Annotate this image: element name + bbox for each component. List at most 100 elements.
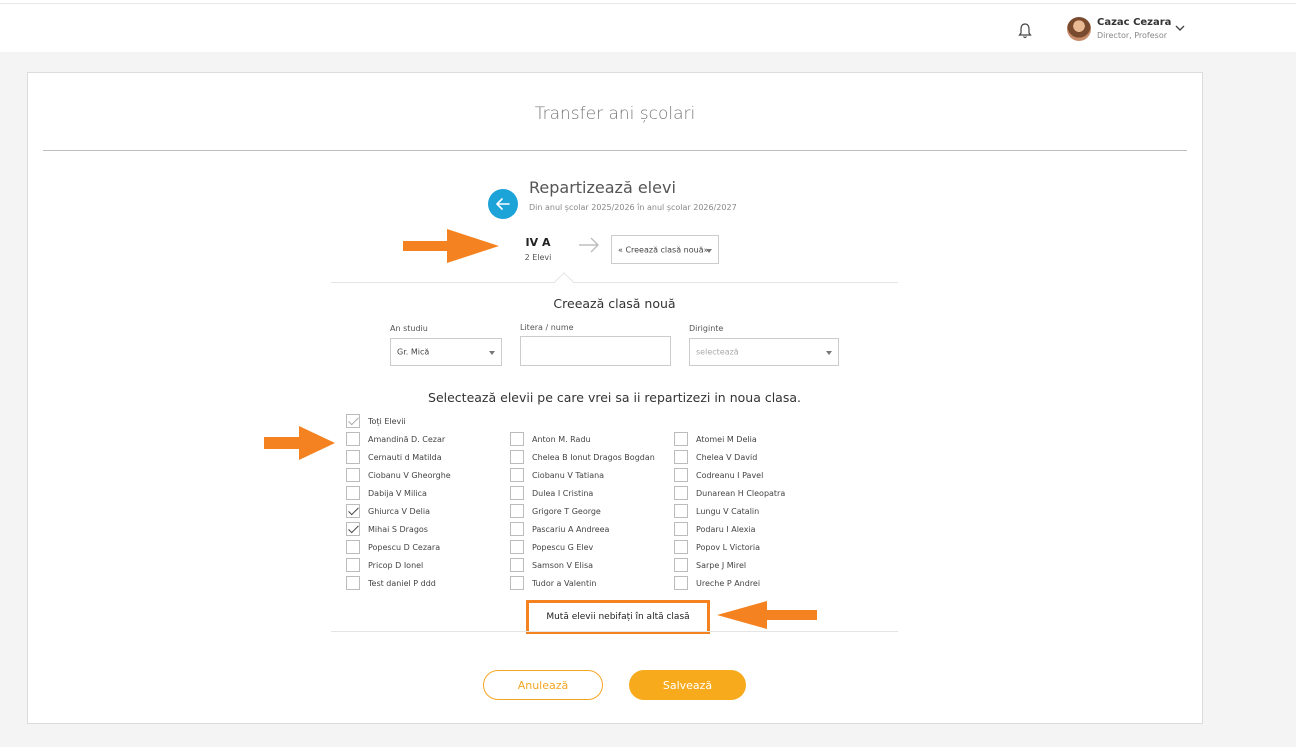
student-checkbox[interactable] xyxy=(674,522,688,536)
student-name: Amandină D. Cezar xyxy=(368,434,446,444)
student-checkbox[interactable] xyxy=(674,576,688,590)
student-checkbox[interactable] xyxy=(346,576,360,590)
student-checkbox-row[interactable]: Pricop D Ionel xyxy=(346,558,423,572)
student-checkbox-row[interactable]: Popescu D Cezara xyxy=(346,540,440,554)
student-checkbox[interactable] xyxy=(346,558,360,572)
student-checkbox-row[interactable]: Popescu G Elev xyxy=(510,540,593,554)
bell-icon[interactable] xyxy=(1017,22,1033,40)
student-checkbox[interactable] xyxy=(674,558,688,572)
source-class-count: 2 Elevi xyxy=(524,253,552,262)
student-checkbox-row[interactable]: Lungu V Catalin xyxy=(674,504,759,518)
an-studiu-label: An studiu xyxy=(390,324,428,333)
student-checkbox-row[interactable]: Dunarean H Cleopatra xyxy=(674,486,785,500)
student-checkbox[interactable] xyxy=(674,432,688,446)
student-checkbox-row[interactable]: Podaru I Alexia xyxy=(674,522,756,536)
select-all-checkbox[interactable]: Toți Elevii xyxy=(346,414,406,428)
student-name: Chelea V David xyxy=(696,452,758,462)
save-button[interactable]: Salvează xyxy=(629,670,746,700)
student-checkbox-row[interactable]: Ghiurca V Delia xyxy=(346,504,430,518)
student-name: Grigore T George xyxy=(532,506,601,516)
avatar[interactable] xyxy=(1067,17,1091,41)
student-checkbox-row[interactable]: Grigore T George xyxy=(510,504,601,518)
student-checkbox[interactable] xyxy=(510,504,524,518)
footer-divider xyxy=(331,631,898,632)
student-checkbox-row[interactable]: Pascariu A Andreea xyxy=(510,522,609,536)
student-checkbox-row[interactable]: Tudor a Valentin xyxy=(510,576,596,590)
chevron-down-icon[interactable] xyxy=(1174,24,1186,32)
student-checkbox-row[interactable]: Ciobanu V Gheorghe xyxy=(346,468,451,482)
student-checkbox-row[interactable]: Test daniel P ddd xyxy=(346,576,436,590)
student-checkbox[interactable] xyxy=(510,576,524,590)
student-checkbox-row[interactable]: Samson V Elisa xyxy=(510,558,593,572)
student-checkbox[interactable] xyxy=(346,450,360,464)
student-checkbox-row[interactable]: Sarpe J Mirel xyxy=(674,558,746,572)
caret-down-icon xyxy=(706,248,712,253)
student-checkbox[interactable] xyxy=(346,540,360,554)
student-checkbox[interactable] xyxy=(346,432,360,446)
student-name: Chelea B Ionut Dragos Bogdan xyxy=(532,452,655,462)
student-checkbox[interactable] xyxy=(674,450,688,464)
student-checkbox[interactable] xyxy=(346,522,360,536)
student-checkbox[interactable] xyxy=(674,540,688,554)
target-class-select[interactable]: « Creează clasă nouă» xyxy=(611,235,719,264)
student-checkbox[interactable] xyxy=(510,468,524,482)
app-header: Cazac Cezara Director, Profesor xyxy=(0,4,1296,52)
student-checkbox[interactable] xyxy=(346,486,360,500)
student-checkbox-row[interactable]: Atomei M Delia xyxy=(674,432,757,446)
page-title: Transfer ani școlari xyxy=(534,104,696,124)
annotation-arrow-icon xyxy=(403,229,499,263)
student-checkbox[interactable] xyxy=(510,486,524,500)
student-checkbox-row[interactable]: Mihai S Dragos xyxy=(346,522,428,536)
user-name[interactable]: Cazac Cezara xyxy=(1097,17,1171,28)
an-studiu-select[interactable]: Gr. Mică xyxy=(390,338,502,366)
move-unchecked-button[interactable]: Mută elevii nebifați în altă clasă xyxy=(526,600,710,634)
student-checkbox[interactable] xyxy=(510,450,524,464)
student-checkbox-row[interactable]: Popov L Victoria xyxy=(674,540,760,554)
student-checkbox[interactable] xyxy=(674,468,688,482)
student-checkbox[interactable] xyxy=(510,558,524,572)
arrow-right-icon xyxy=(579,237,599,253)
student-checkbox-row[interactable]: Cernauti d Matilda xyxy=(346,450,442,464)
litera-input[interactable] xyxy=(520,336,671,366)
student-checkbox[interactable] xyxy=(510,432,524,446)
student-checkbox-row[interactable]: Ciobanu V Tatiana xyxy=(510,468,604,482)
student-name: Pascariu A Andreea xyxy=(532,524,610,534)
student-checkbox[interactable] xyxy=(346,468,360,482)
student-name: Cernauti d Matilda xyxy=(368,452,442,462)
select-all-label: Toți Elevii xyxy=(368,416,406,426)
student-name: Dabija V Milica xyxy=(368,488,427,498)
diriginte-select[interactable]: selectează xyxy=(689,338,839,366)
student-checkbox[interactable] xyxy=(346,504,360,518)
student-checkbox[interactable] xyxy=(510,540,524,554)
diriginte-label: Diriginte xyxy=(689,324,724,333)
back-button[interactable] xyxy=(488,189,518,219)
student-name: Dunarean H Cleopatra xyxy=(696,488,786,498)
student-name: Ciobanu V Gheorghe xyxy=(368,470,451,480)
student-name: Ureche P Andrei xyxy=(696,578,761,588)
student-checkbox[interactable] xyxy=(674,504,688,518)
student-name: Mihai S Dragos xyxy=(368,524,428,534)
new-class-title: Creează clasă nouă xyxy=(553,296,676,311)
student-name: Popescu G Elev xyxy=(532,542,594,552)
student-checkbox[interactable] xyxy=(674,486,688,500)
student-checkbox[interactable] xyxy=(510,522,524,536)
student-checkbox-row[interactable]: Codreanu I Pavel xyxy=(674,468,763,482)
student-name: Atomei M Delia xyxy=(696,434,757,444)
caret-down-icon xyxy=(489,351,495,355)
student-checkbox-row[interactable]: Anton M. Radu xyxy=(510,432,591,446)
student-checkbox-row[interactable]: Amandină D. Cezar xyxy=(346,432,445,446)
cancel-button[interactable]: Anulează xyxy=(483,670,603,700)
checkbox-all[interactable] xyxy=(346,414,360,428)
student-name: Tudor a Valentin xyxy=(532,578,597,588)
student-checkbox-row[interactable]: Dulea I Cristina xyxy=(510,486,593,500)
target-class-value: « Creează clasă nouă» xyxy=(618,245,709,254)
student-checkbox-row[interactable]: Ureche P Andrei xyxy=(674,576,760,590)
student-checkbox-row[interactable]: Chelea B Ionut Dragos Bogdan xyxy=(510,450,655,464)
source-class-name: IV A xyxy=(525,236,551,249)
student-checkbox-row[interactable]: Dabija V Milica xyxy=(346,486,427,500)
annotation-arrow-icon xyxy=(264,426,335,460)
student-checkbox-row[interactable]: Chelea V David xyxy=(674,450,757,464)
section-subtitle: Din anul școlar 2025/2026 în anul școlar… xyxy=(529,203,737,212)
student-name: Samson V Elisa xyxy=(532,560,594,570)
student-name: Pricop D Ionel xyxy=(368,560,424,570)
